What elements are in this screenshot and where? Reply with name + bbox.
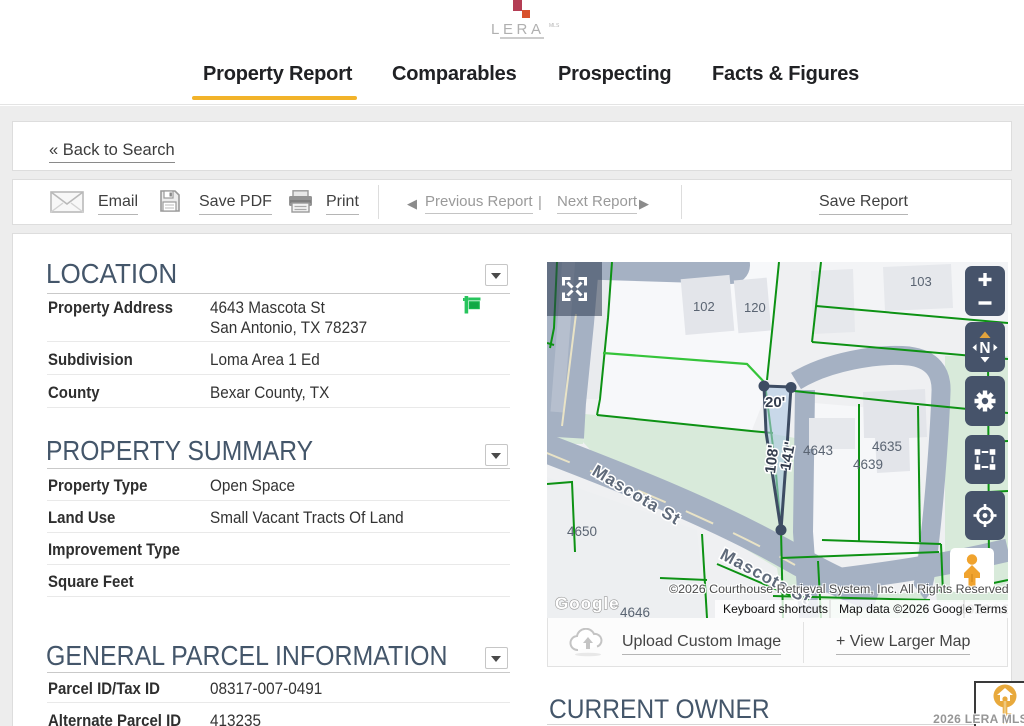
svg-text:Map data ©2026 Google: Map data ©2026 Google (839, 602, 972, 616)
svg-text:4650: 4650 (567, 524, 597, 539)
svg-text:N: N (979, 340, 990, 357)
svg-text:Terms: Terms (974, 602, 1007, 616)
svg-text:4639: 4639 (853, 457, 883, 472)
svg-text:102: 102 (693, 299, 715, 314)
svg-text:Google: Google (555, 594, 620, 613)
svg-text:20': 20' (765, 394, 785, 411)
svg-text:4643: 4643 (803, 443, 833, 458)
svg-text:Keyboard shortcuts: Keyboard shortcuts (723, 602, 828, 616)
svg-text:103: 103 (910, 274, 932, 289)
svg-text:120: 120 (744, 300, 766, 315)
svg-text:4635: 4635 (872, 439, 902, 454)
svg-text:4646: 4646 (620, 605, 650, 618)
